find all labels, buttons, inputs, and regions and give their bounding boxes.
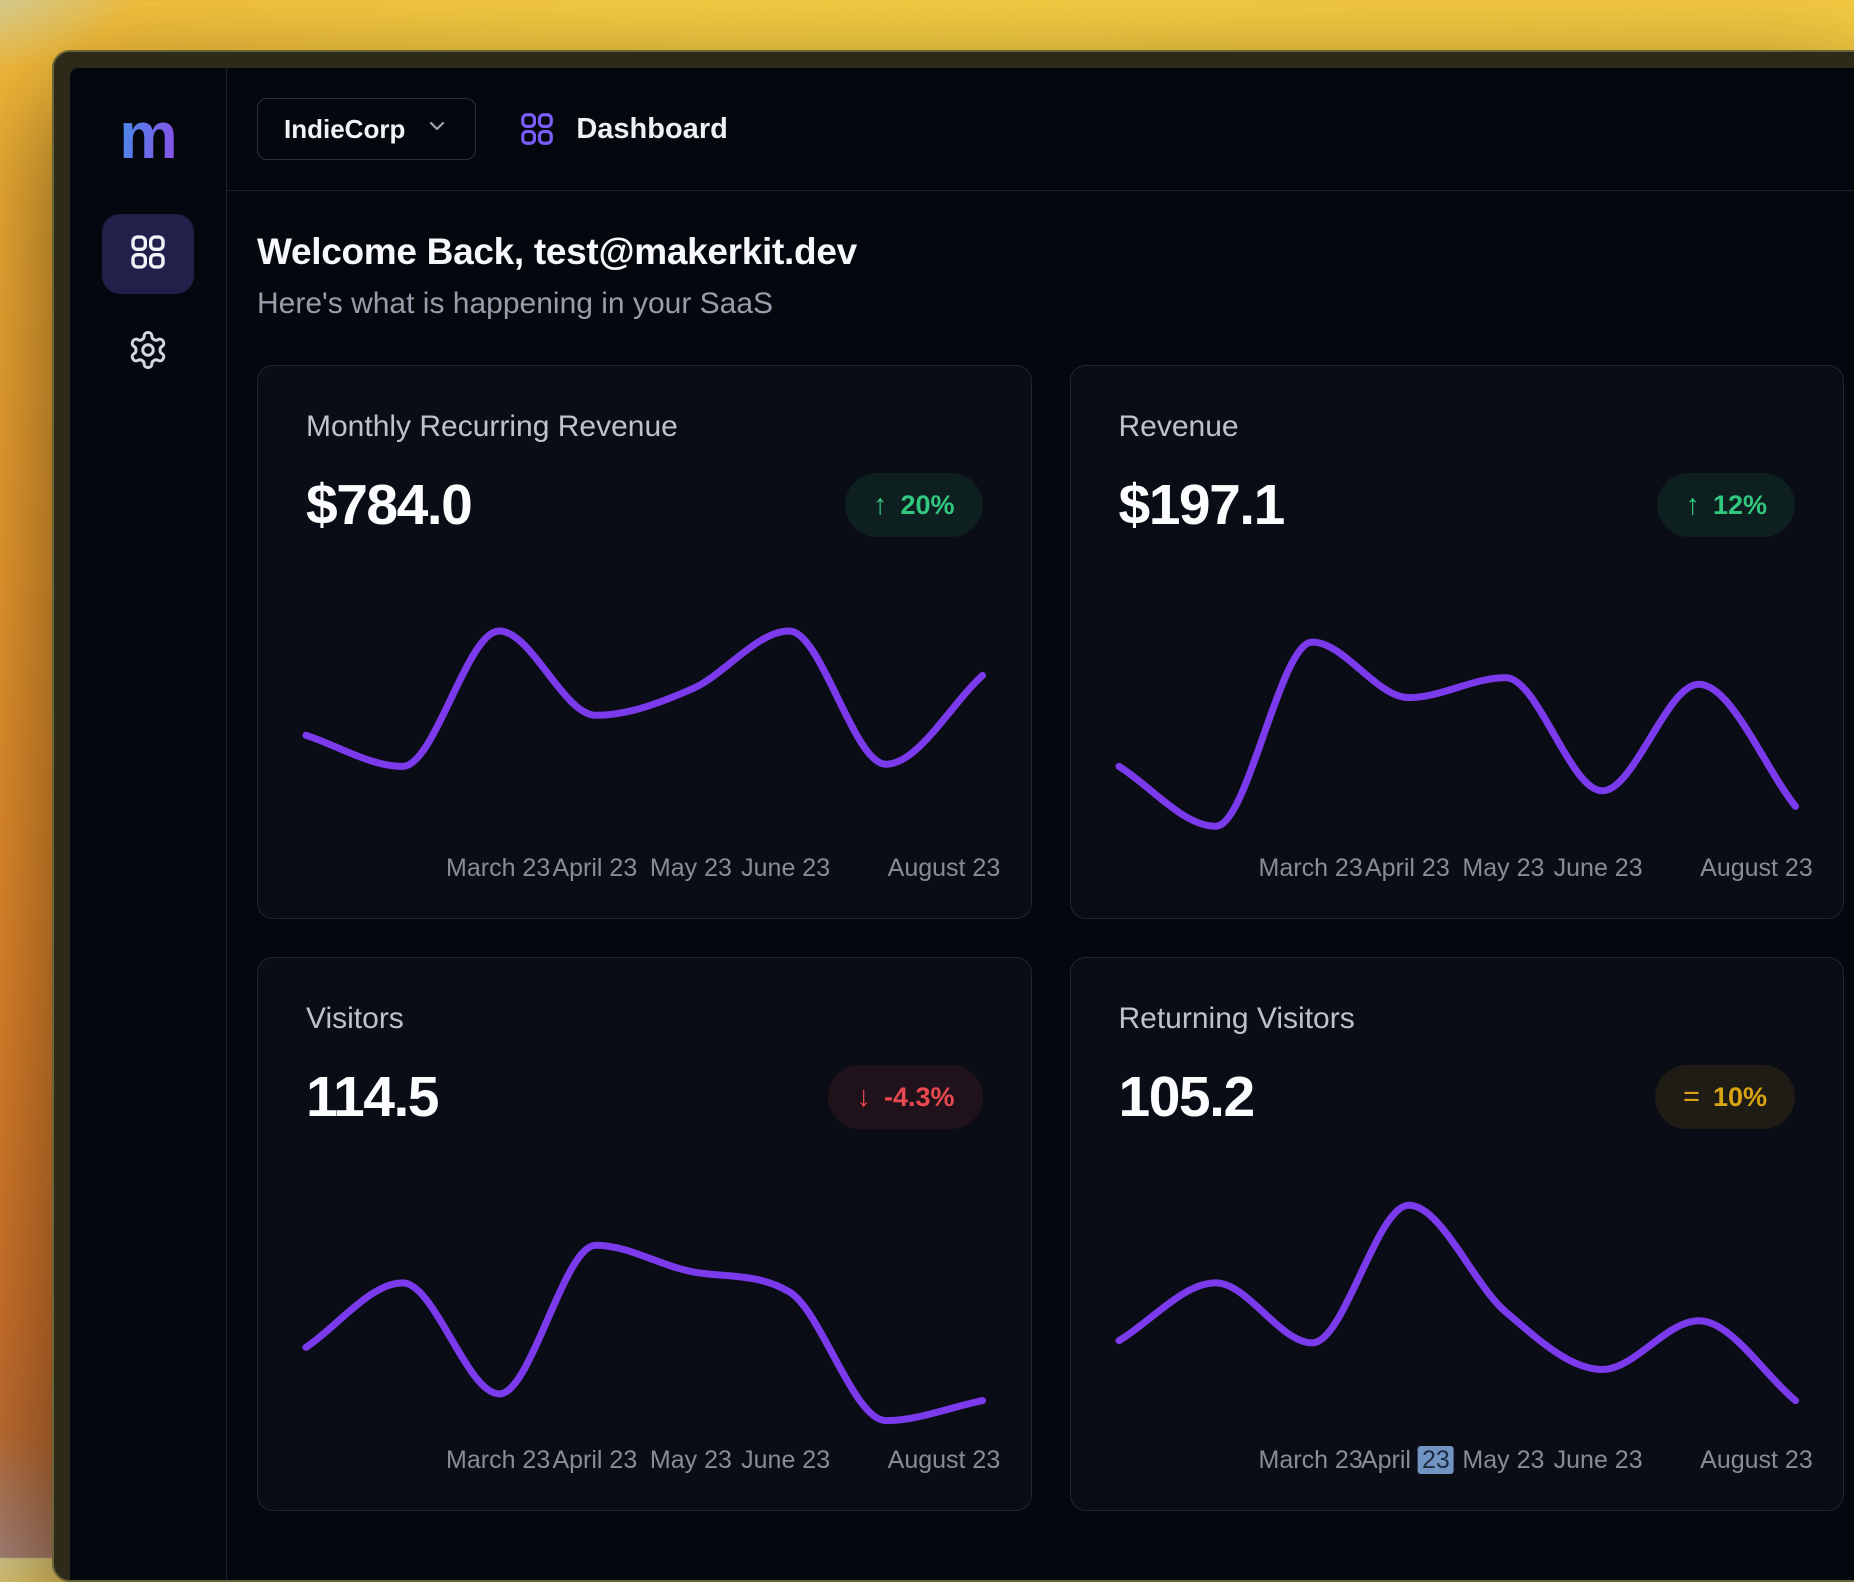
app-window-content: m	[70, 68, 1854, 1580]
x-axis-tick: April 23	[552, 854, 637, 883]
card-title: Revenue	[1119, 410, 1796, 444]
x-axis: March 23April 23May 23June 23August 23	[1119, 852, 1796, 888]
x-axis-tick: May 23	[650, 854, 732, 883]
topbar: IndieCorp	[227, 68, 1854, 191]
workspace-switcher-button[interactable]: IndieCorp	[257, 98, 476, 160]
x-axis-tick: May 23	[650, 1446, 732, 1475]
trend-down-icon: ↓	[856, 1081, 871, 1114]
workspace-name: IndieCorp	[284, 114, 405, 145]
trend-badge: = 10%	[1655, 1065, 1795, 1129]
main-area: IndieCorp	[227, 68, 1854, 1580]
sidebar-item-settings[interactable]	[102, 312, 194, 392]
makerkit-logo: m	[119, 102, 177, 168]
card-title: Monthly Recurring Revenue	[306, 410, 983, 444]
x-axis-tick: May 23	[1462, 854, 1544, 883]
chevron-down-icon	[425, 114, 449, 145]
stat-row: 105.2 = 10%	[1119, 1064, 1796, 1130]
welcome-subheading: Here's what is happening in your SaaS	[257, 287, 1844, 321]
stat-value: $197.1	[1119, 472, 1284, 538]
chart-area: March 23April 23May 23June 23August 23	[306, 1196, 983, 1480]
stat-cards-grid: Monthly Recurring Revenue $784.0 ↑ 20% M…	[257, 365, 1844, 1511]
x-axis: March 23April 23May 23June 23August 23	[1119, 1444, 1796, 1480]
trend-badge-label: 10%	[1713, 1082, 1767, 1113]
stat-value: 105.2	[1119, 1064, 1254, 1130]
x-axis: March 23April 23May 23June 23August 23	[306, 852, 983, 888]
sidebar: m	[70, 68, 227, 1580]
stat-value: 114.5	[306, 1064, 438, 1130]
card-title: Visitors	[306, 1002, 983, 1036]
card-revenue: Revenue $197.1 ↑ 12% March 23April 23 May…	[1070, 365, 1845, 919]
chart-area: March 23April 23May 23June 23August 23	[1119, 604, 1796, 888]
x-axis-tick: June 23	[741, 1446, 830, 1475]
page-header: Dashboard	[518, 110, 727, 148]
card-monthly-recurring-revenue: Monthly Recurring Revenue $784.0 ↑ 20% M…	[257, 365, 1032, 919]
stat-row: 114.5 ↓ -4.3%	[306, 1064, 983, 1130]
x-axis-tick: April 23	[552, 1446, 637, 1475]
selected-text-highlight: 23	[1418, 1446, 1454, 1474]
line-chart	[306, 604, 983, 840]
page-title: Dashboard	[576, 113, 727, 146]
stat-value: $784.0	[306, 472, 471, 538]
x-axis-tick: August 23	[888, 854, 1001, 883]
desktop-wallpaper: { "sidebar": { "logo": "m", "items": [ {…	[0, 0, 1854, 1558]
line-chart	[306, 1196, 983, 1432]
chart-area: March 23April 23May 23June 23August 23	[1119, 1196, 1796, 1480]
card-visitors: Visitors 114.5 ↓ -4.3% March 23April 23 M…	[257, 957, 1032, 1511]
gear-icon	[127, 329, 169, 376]
x-axis-tick: June 23	[1554, 854, 1643, 883]
revenue-line	[1119, 642, 1796, 826]
welcome-heading: Welcome Back, test@makerkit.dev	[257, 231, 1844, 273]
x-axis-tick: April 23	[1361, 1446, 1454, 1475]
chart-area: March 23April 23May 23June 23August 23	[306, 604, 983, 888]
card-title: Returning Visitors	[1119, 1002, 1796, 1036]
monthly-recurring-revenue-line	[306, 631, 983, 766]
trend-badge-label: -4.3%	[884, 1082, 955, 1113]
x-axis-tick: April 23	[1365, 854, 1450, 883]
trend-badge: ↑ 12%	[1657, 473, 1795, 537]
trend-up-icon: ↑	[1685, 489, 1700, 522]
trend-up-icon: ↑	[873, 489, 888, 522]
layout-grid-icon	[518, 110, 556, 148]
x-axis-tick: March 23	[446, 854, 550, 883]
x-axis-tick: June 23	[1554, 1446, 1643, 1475]
visitors-line	[306, 1245, 983, 1420]
trend-badge-label: 20%	[900, 490, 954, 521]
trend-flat-icon: =	[1683, 1081, 1700, 1114]
x-axis-tick: March 23	[1259, 1446, 1363, 1475]
x-axis: March 23April 23May 23June 23August 23	[306, 1444, 983, 1480]
trend-badge: ↑ 20%	[845, 473, 983, 537]
x-axis-tick: August 23	[1700, 854, 1813, 883]
x-axis-tick: August 23	[1700, 1446, 1813, 1475]
x-axis-tick: May 23	[1462, 1446, 1544, 1475]
returning-visitors-line	[1119, 1205, 1796, 1400]
line-chart	[1119, 604, 1796, 840]
x-axis-tick: August 23	[888, 1446, 1001, 1475]
app-window: m	[52, 50, 1854, 1582]
layout-grid-icon	[128, 232, 168, 277]
x-axis-tick: June 23	[741, 854, 830, 883]
sidebar-item-dashboard[interactable]	[102, 214, 194, 294]
card-returning-visitors: Returning Visitors 105.2 = 10% March 23A…	[1070, 957, 1845, 1511]
trend-badge-label: 12%	[1713, 490, 1767, 521]
x-axis-tick: March 23	[446, 1446, 550, 1475]
dashboard-content: Welcome Back, test@makerkit.dev Here's w…	[227, 191, 1854, 1580]
x-axis-tick: March 23	[1259, 854, 1363, 883]
trend-badge: ↓ -4.3%	[828, 1065, 982, 1129]
stat-row: $197.1 ↑ 12%	[1119, 472, 1796, 538]
stat-row: $784.0 ↑ 20%	[306, 472, 983, 538]
line-chart	[1119, 1196, 1796, 1432]
